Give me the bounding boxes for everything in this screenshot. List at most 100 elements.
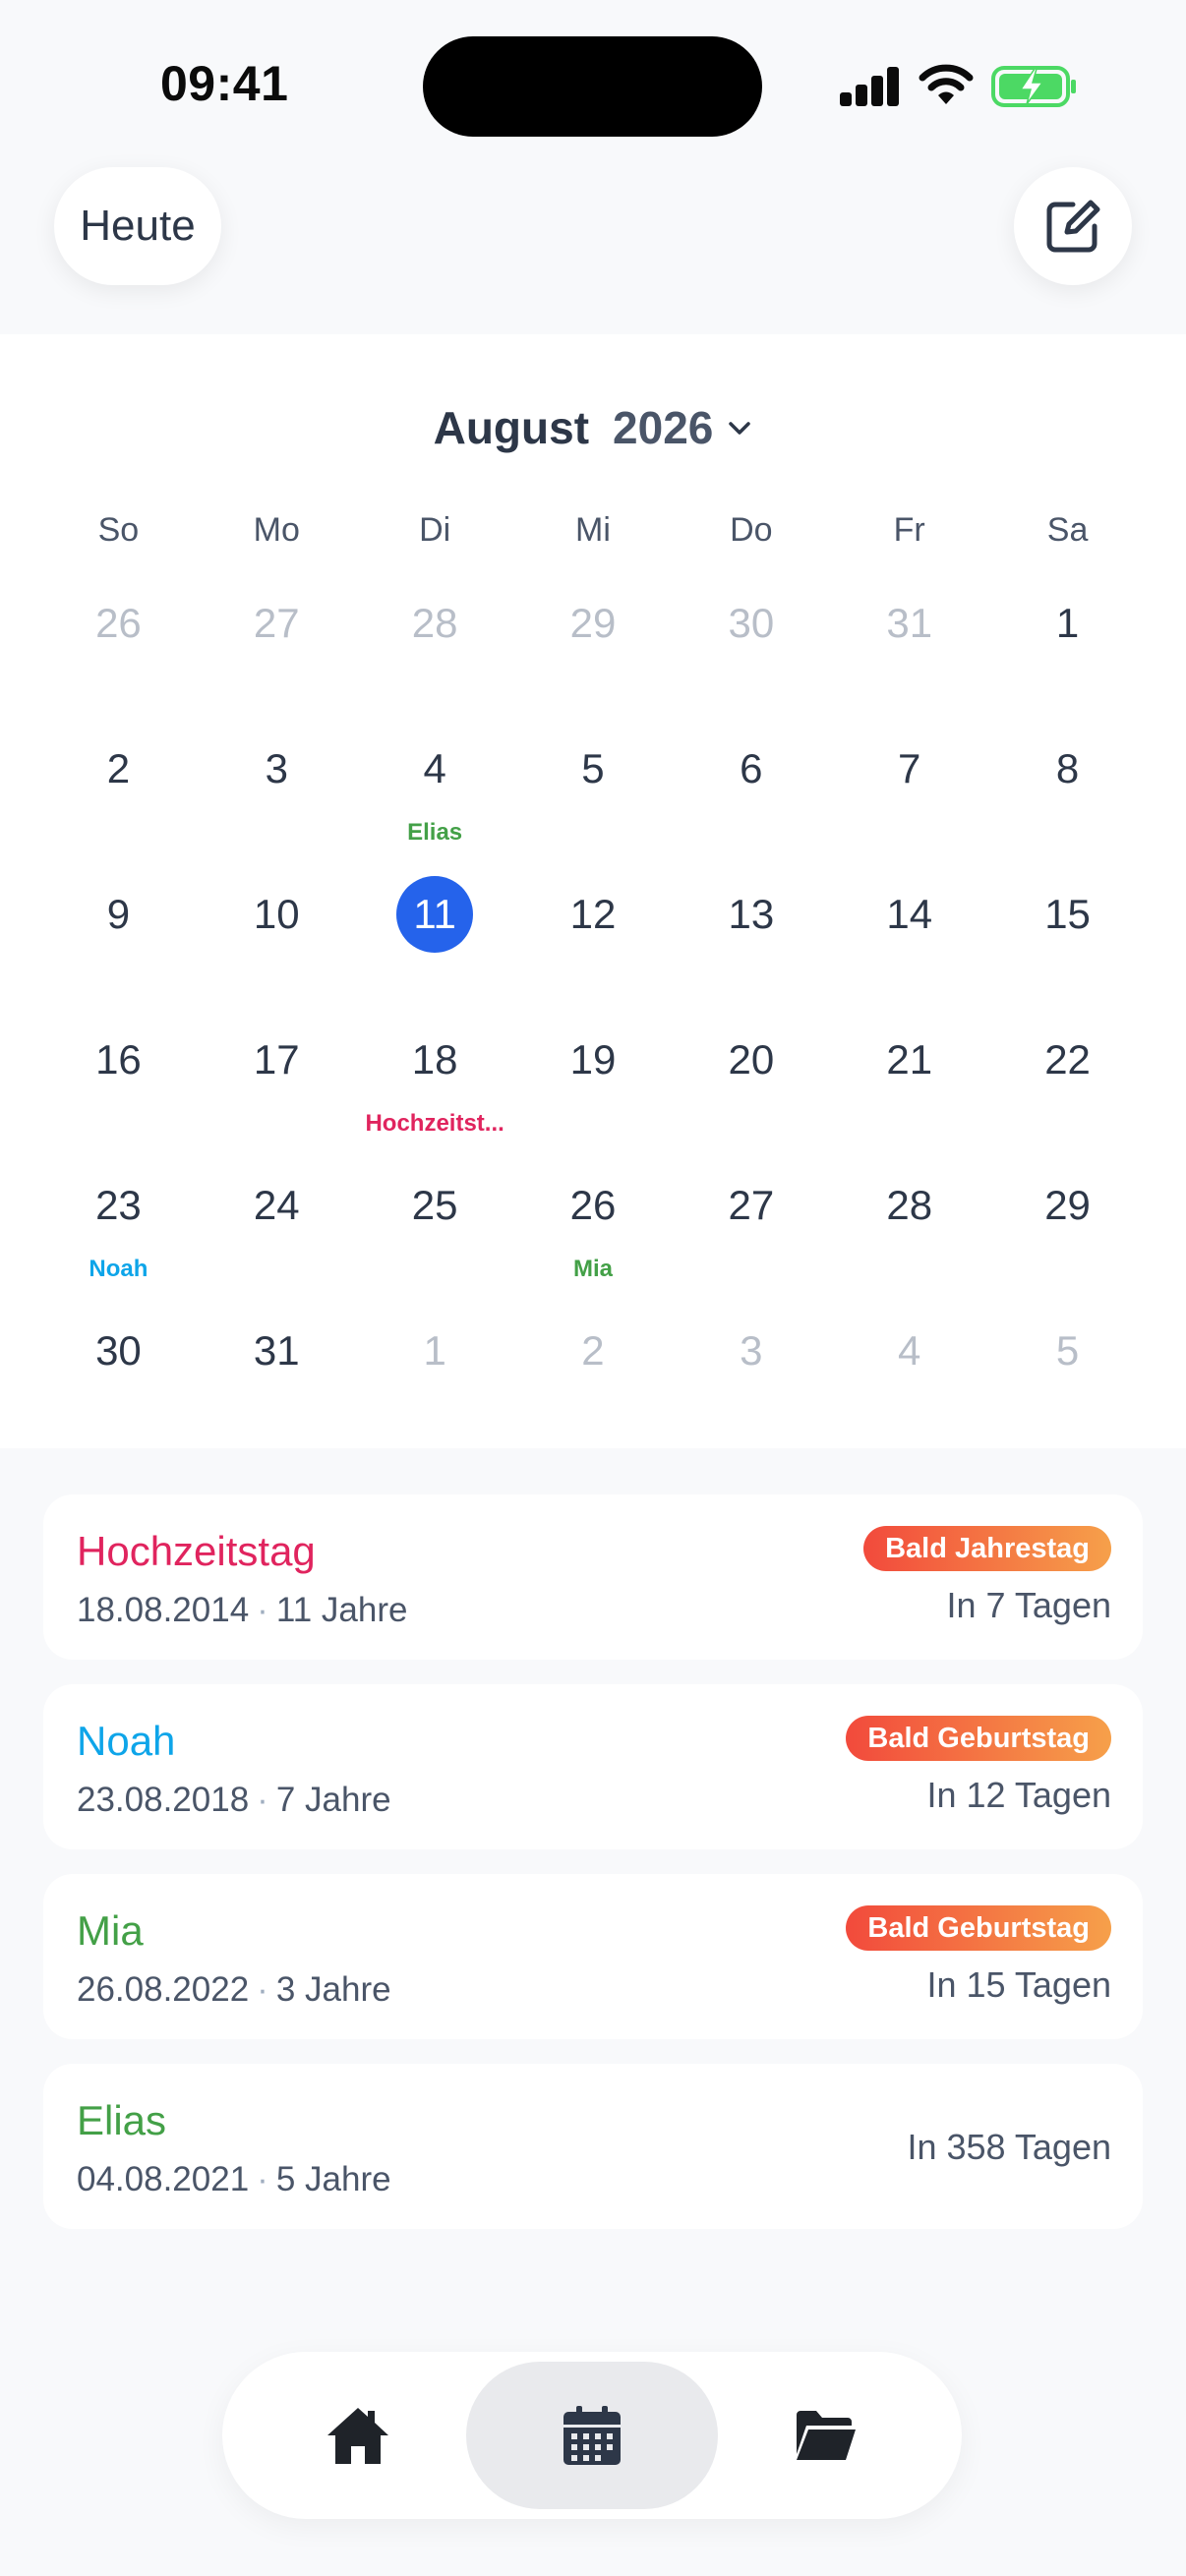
day-number: 17 <box>253 1036 300 1083</box>
event-card[interactable]: Mia 26.08.2022 · 3 Jahre Bald Geburtstag In 1… <box>43 1874 1143 2039</box>
event-date: 23.08.2018 <box>77 1781 250 1819</box>
separator-dot: · <box>257 1781 268 1819</box>
today-button[interactable]: Heute <box>54 167 221 285</box>
day-cell-selected[interactable]: 11 <box>356 856 514 1002</box>
day-cell[interactable]: 5 <box>988 1293 1147 1438</box>
event-title: Elias <box>77 2097 167 2143</box>
event-title: Noah <box>77 1718 176 1764</box>
day-number: 31 <box>886 600 933 646</box>
compose-button[interactable] <box>1014 167 1132 285</box>
day-cell[interactable]: 24 <box>198 1147 356 1293</box>
day-number: 28 <box>411 600 458 646</box>
day-number: 10 <box>253 891 300 937</box>
weekday-label: Mo <box>253 511 300 549</box>
day-cell[interactable]: 2 <box>514 1293 673 1438</box>
day-cell[interactable]: 12 <box>514 856 673 1002</box>
event-age: 3 Jahre <box>275 1970 391 2009</box>
wifi-icon <box>919 64 974 104</box>
weekday-label: Di <box>419 511 451 549</box>
day-number: 6 <box>740 745 763 791</box>
weekday-header: So Mo Di Mi Do Fr Sa <box>39 511 1147 560</box>
weekday-label: Sa <box>1046 511 1089 549</box>
tab-calendar[interactable] <box>466 2362 718 2509</box>
day-cell[interactable]: 14 <box>830 856 988 1002</box>
event-card[interactable]: Hochzeitstag 18.08.2014 · 11 Jahre Bald Jahr… <box>43 1494 1143 1660</box>
day-cell[interactable]: 16 <box>39 1002 198 1147</box>
calendar-icon <box>563 2406 621 2465</box>
day-cell[interactable]: 30 <box>672 565 830 711</box>
day-cell[interactable]: 4 Elias <box>356 711 514 856</box>
dynamic-island <box>423 36 762 137</box>
event-meta: 26.08.2022 · 3 Jahre <box>77 1970 391 2010</box>
day-number: 22 <box>1044 1036 1091 1083</box>
day-cell[interactable]: 20 <box>672 1002 830 1147</box>
day-event-label: Noah <box>89 1256 148 1282</box>
event-age: 5 Jahre <box>275 2160 391 2198</box>
day-cell[interactable]: 27 <box>672 1147 830 1293</box>
day-cell[interactable]: 31 <box>198 1293 356 1438</box>
day-number: 14 <box>886 891 933 937</box>
day-number: 3 <box>740 1327 763 1374</box>
day-cell[interactable]: 31 <box>830 565 988 711</box>
day-number: 12 <box>569 891 617 937</box>
day-grid: 26 27 28 29 30 31 1 2 3 4 Elias 5 6 7 8 9 10 11 12 13 14 15 16… <box>39 565 1147 1438</box>
status-bar: 09:41 <box>0 0 1186 147</box>
day-cell[interactable]: 13 <box>672 856 830 1002</box>
day-cell[interactable]: 19 <box>514 1002 673 1147</box>
day-cell[interactable]: 7 <box>830 711 988 856</box>
weekday-label: Fr <box>893 511 925 549</box>
weekday-label: So <box>97 511 140 549</box>
day-cell[interactable]: 9 <box>39 856 198 1002</box>
day-number: 1 <box>423 1327 446 1374</box>
day-number: 23 <box>95 1182 142 1228</box>
day-cell[interactable]: 21 <box>830 1002 988 1147</box>
bottom-tab-bar <box>222 2352 962 2519</box>
day-cell[interactable]: 17 <box>198 1002 356 1147</box>
day-number: 8 <box>1055 745 1080 791</box>
month-picker[interactable]: August 2026 <box>0 393 1186 462</box>
day-cell[interactable]: 23 Noah <box>39 1147 198 1293</box>
separator-dot: · <box>257 2160 268 2198</box>
day-cell[interactable]: 30 <box>39 1293 198 1438</box>
day-cell[interactable]: 6 <box>672 711 830 856</box>
day-number: 28 <box>886 1182 933 1228</box>
event-date: 18.08.2014 <box>77 1591 250 1629</box>
day-cell[interactable]: 29 <box>988 1147 1147 1293</box>
event-card[interactable]: Elias 04.08.2021 · 5 Jahre In 358 Tagen <box>43 2064 1143 2229</box>
tab-home[interactable] <box>232 2362 484 2509</box>
day-cell[interactable]: 4 <box>830 1293 988 1438</box>
day-cell[interactable]: 5 <box>514 711 673 856</box>
event-age: 7 Jahre <box>275 1781 391 1819</box>
day-number: 4 <box>423 745 446 791</box>
day-cell[interactable]: 3 <box>672 1293 830 1438</box>
day-cell[interactable]: 8 <box>988 711 1147 856</box>
separator-dot: · <box>257 1591 268 1629</box>
day-cell[interactable]: 26 <box>39 565 198 711</box>
day-cell[interactable]: 2 <box>39 711 198 856</box>
day-cell[interactable]: 27 <box>198 565 356 711</box>
event-date: 04.08.2021 <box>77 2160 250 2198</box>
chevron-down-icon <box>729 422 751 435</box>
day-cell[interactable]: 15 <box>988 856 1147 1002</box>
day-cell[interactable]: 1 <box>988 565 1147 711</box>
day-number: 26 <box>569 1182 617 1228</box>
day-number: 21 <box>886 1036 933 1083</box>
battery-charging-icon <box>991 66 1076 107</box>
day-cell[interactable]: 22 <box>988 1002 1147 1147</box>
day-cell[interactable]: 28 <box>830 1147 988 1293</box>
day-cell[interactable]: 28 <box>356 565 514 711</box>
day-cell[interactable]: 29 <box>514 565 673 711</box>
status-time: 09:41 <box>160 56 289 111</box>
day-number: 31 <box>253 1327 300 1374</box>
tab-folder[interactable] <box>700 2362 952 2509</box>
day-cell[interactable]: 3 <box>198 711 356 856</box>
day-cell[interactable]: 18 Hochzeitst... <box>356 1002 514 1147</box>
day-cell[interactable]: 10 <box>198 856 356 1002</box>
day-event-label: Elias <box>407 819 463 846</box>
day-number: 24 <box>253 1182 300 1228</box>
day-cell[interactable]: 1 <box>356 1293 514 1438</box>
day-cell[interactable]: 26 Mia <box>514 1147 673 1293</box>
event-card[interactable]: Noah 23.08.2018 · 7 Jahre Bald Geburtstag In … <box>43 1684 1143 1849</box>
month-calendar: August 2026 So Mo Di Mi Do Fr Sa 26 27 28 29 30 31 1… <box>0 334 1186 1448</box>
day-cell[interactable]: 25 <box>356 1147 514 1293</box>
